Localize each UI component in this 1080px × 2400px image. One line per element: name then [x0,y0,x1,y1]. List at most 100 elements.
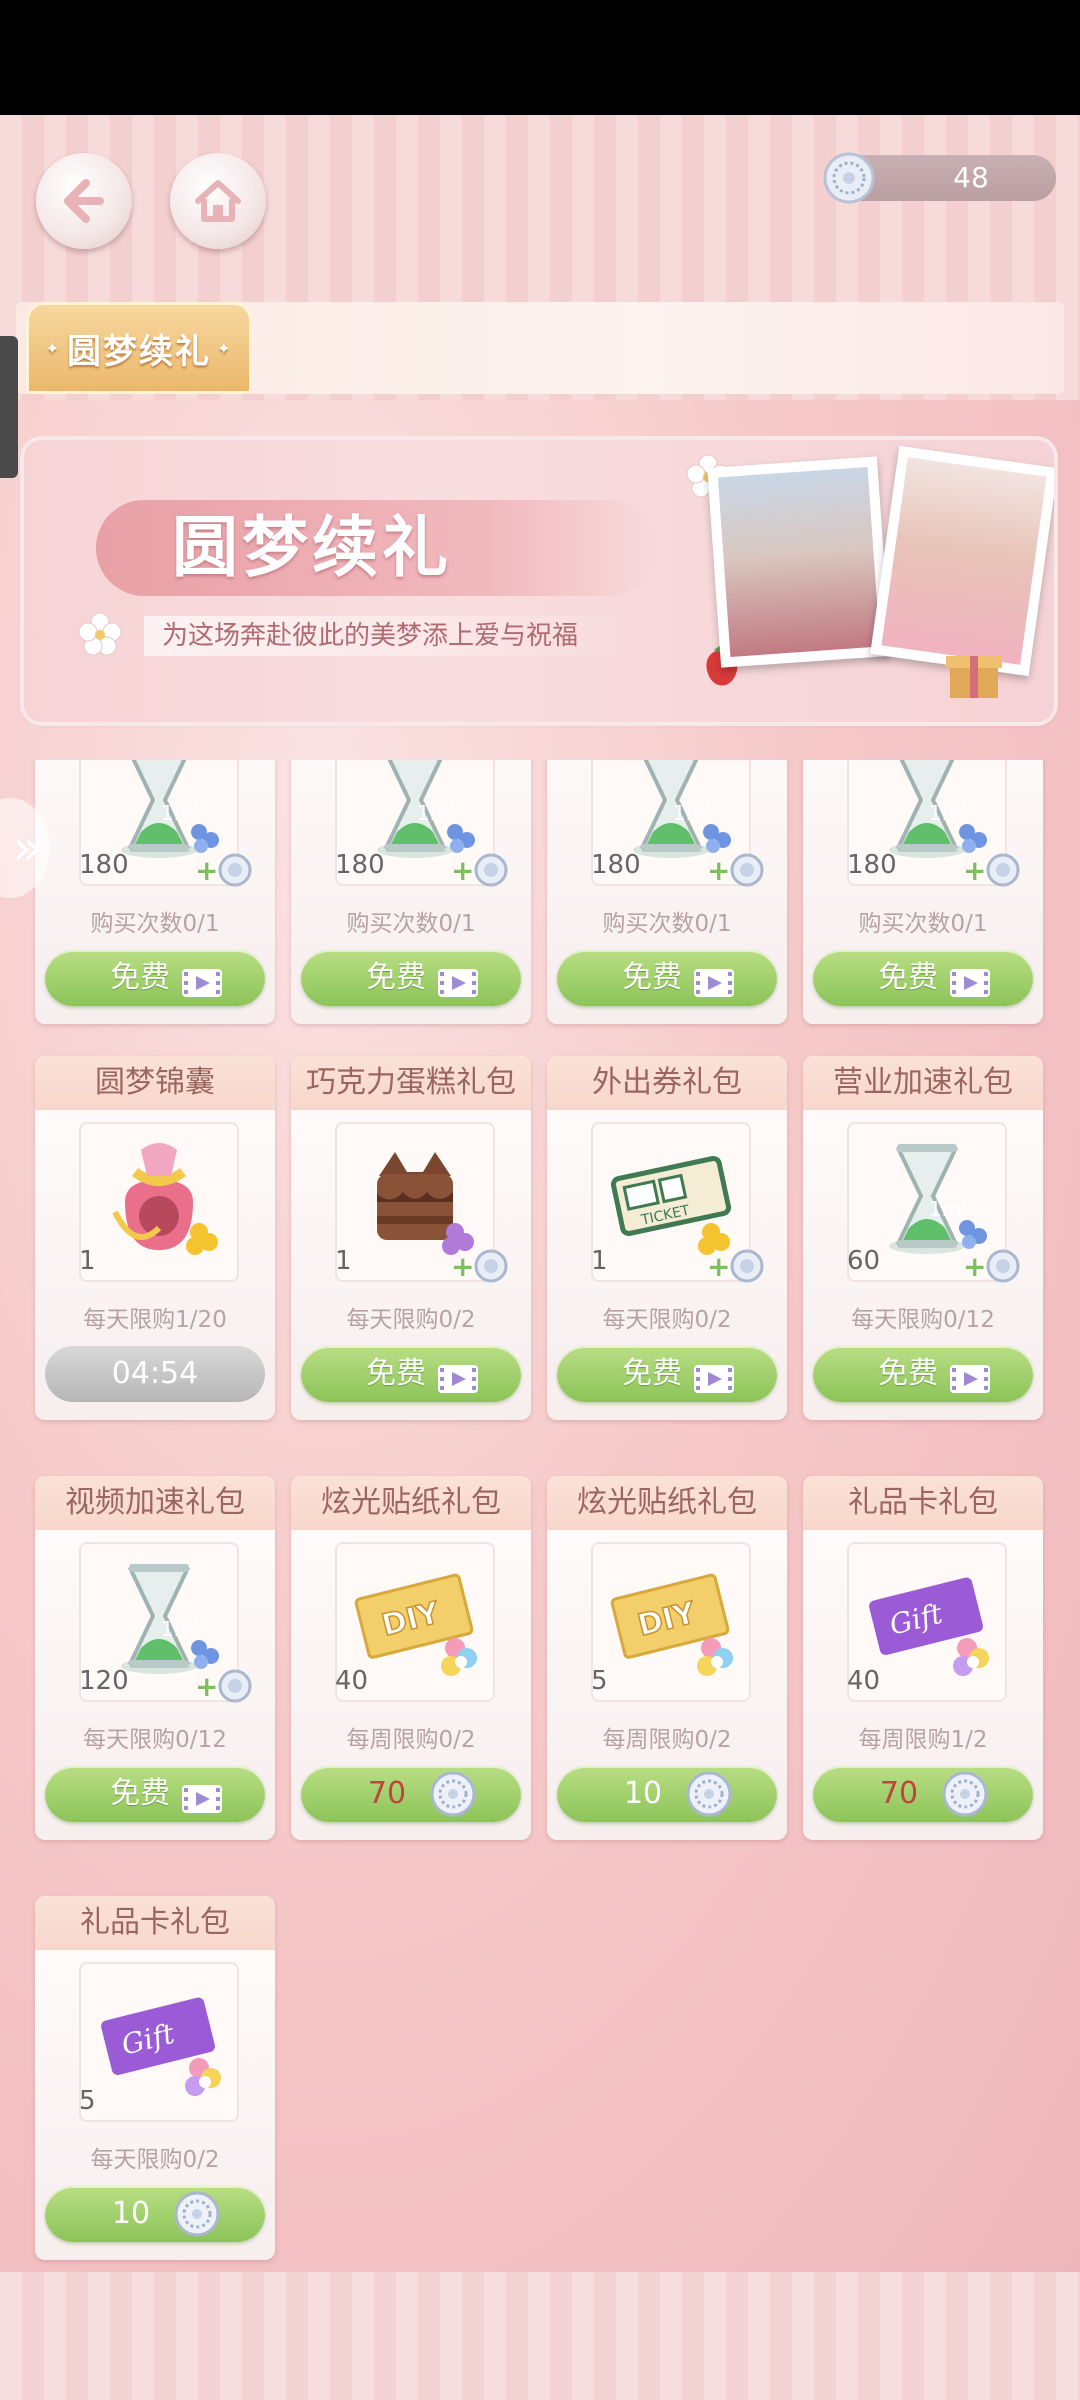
free-claim-button[interactable]: 免费 [301,1346,521,1402]
sparkle-icon: ✦ [217,338,233,358]
sparkle-icon: ✦ [45,338,61,358]
item-slot[interactable]: 1 + [335,1124,508,1283]
item-slot[interactable]: 1mi 180 + [335,760,508,887]
cooldown-timer-button[interactable]: 04:54 [45,1346,265,1402]
bonus-coin-icon: + [707,852,765,888]
bonus-coin-icon: + [707,1248,765,1284]
hourglass-icon: 1mi [607,760,735,864]
gift-pack-card[interactable]: 圆梦锦囊 1 每天限购1/20 04:54 [35,1056,275,1420]
bonus-coin-icon: + [451,1248,509,1284]
gift-pack-card[interactable]: 1mi 180 + 购买次数0/1 免费 [547,760,787,1024]
gift-pack-card[interactable]: 视频加速礼包 1mi 120 + 每天限购0/12 免费 [35,1476,275,1840]
home-button[interactable] [170,153,266,249]
item-slot[interactable]: Gift 40 [847,1544,1005,1700]
svg-text:+: + [707,1250,730,1283]
purchase-limit: 购买次数0/1 [346,911,476,937]
svg-text:1mi: 1mi [929,801,967,825]
free-label: 免费 [366,1356,426,1391]
gift-pack-grid: 1mi 180 + 购买次数0/1 免费 1mi 180 + 购买次数0/1 免费 1m… [0,760,1080,2272]
video-ad-icon [180,1778,224,1813]
free-label: 免费 [110,960,170,995]
item-slot[interactable]: 1mi 120 + [79,1544,252,1703]
item-quantity: 40 [335,1666,369,1696]
item-slot[interactable]: 1mi 180 + [847,760,1020,887]
home-icon [195,180,241,222]
free-claim-button[interactable]: 免费 [557,950,777,1006]
purchase-limit: 每天限购1/20 [83,1307,227,1333]
price-value: 70 [879,1776,919,1811]
item-slot[interactable]: Gift 5 [79,1964,237,2120]
hourglass-icon: 1mi [95,1552,223,1680]
free-label: 免费 [878,960,938,995]
back-arrow-icon [64,179,104,223]
free-claim-button[interactable]: 免费 [813,950,1033,1006]
gift-pack-card[interactable]: 礼品卡礼包 Gift 40 每周限购1/2 70 [803,1476,1043,1840]
buy-button[interactable]: 10 [557,1766,777,1822]
purchase-limit: 每天限购0/12 [851,1307,995,1333]
svg-text:1mi: 1mi [929,1197,967,1221]
item-quantity: 5 [79,2086,96,2116]
item-slot[interactable]: 1mi 180 + [79,760,252,887]
free-claim-button[interactable]: 免费 [301,950,521,1006]
purchase-limit: 每周限购0/2 [346,1727,476,1753]
item-slot[interactable]: DIY 5 [591,1544,749,1700]
svg-text:+: + [451,1250,474,1283]
buy-button[interactable]: 10 [45,2186,265,2242]
svg-text:+: + [963,1250,986,1283]
back-button[interactable] [36,153,132,249]
bonus-coin-icon: + [451,852,509,888]
item-slot[interactable]: 1mi 180 + [591,760,764,887]
currency-display[interactable]: 48 [823,152,1056,204]
item-slot[interactable]: 1mi 60 + [847,1124,1020,1283]
gift-pack-card[interactable]: 1mi 180 + 购买次数0/1 免费 [803,760,1043,1024]
gift-pack-card[interactable]: 外出券礼包 TICKET 1 + 每天限购0/2 免费 [547,1056,787,1420]
price-value: 10 [623,1776,663,1811]
gift-pack-card[interactable]: 巧克力蛋糕礼包 1 + 每天限购0/2 免费 [291,1056,531,1420]
bonus-coin-icon: + [195,852,253,888]
diamond-coin-icon [685,1770,733,1818]
buy-button[interactable]: 70 [813,1766,1033,1822]
svg-text:+: + [451,854,474,887]
item-slot[interactable]: 1 [79,1124,237,1280]
banner-title: 圆梦续礼 [96,500,656,596]
gift-pack-card[interactable]: 炫光贴纸礼包 DIY 5 每周限购0/2 10 [547,1476,787,1840]
free-claim-button[interactable]: 免费 [45,1766,265,1822]
svg-text:1mi: 1mi [673,801,711,825]
video-ad-icon [692,1358,736,1393]
gift-pack-card[interactable]: 营业加速礼包 1mi 60 + 每天限购0/12 免费 [803,1056,1043,1420]
system-status-bar [0,0,1080,115]
gift-pack-title: 巧克力蛋糕礼包 [291,1056,531,1110]
free-label: 免费 [878,1356,938,1391]
purchase-limit: 每天限购0/2 [90,2147,220,2173]
video-ad-icon [436,962,480,997]
gift-pack-title: 炫光贴纸礼包 [547,1476,787,1530]
diamond-coin-icon [429,1770,477,1818]
buy-button[interactable]: 70 [301,1766,521,1822]
tab-yuanmeng[interactable]: ✦ 圆梦续礼 ✦ [26,302,252,394]
gift-card-icon: Gift [95,1972,223,2100]
svg-text:+: + [195,1670,218,1703]
price-value: 70 [367,1776,407,1811]
free-claim-button[interactable]: 免费 [557,1346,777,1402]
item-quantity: 60 [847,1246,881,1276]
purchase-limit: 每天限购0/2 [346,1307,476,1333]
item-slot[interactable]: TICKET 1 + [591,1124,764,1283]
hourglass-icon: 1mi [863,1132,991,1260]
gift-pack-card[interactable]: 礼品卡礼包 Gift 5 每天限购0/2 10 [35,1896,275,2260]
free-claim-button[interactable]: 免费 [813,1346,1033,1402]
price-value: 10 [111,2196,151,2231]
item-slot[interactable]: DIY 40 [335,1544,493,1700]
bonus-coin-icon: + [963,852,1021,888]
bottom-bar [0,2272,1080,2400]
event-banner: 圆梦续礼 为这场奔赴彼此的美梦添上爱与祝福 [24,440,1054,722]
gift-pack-card[interactable]: 1mi 180 + 购买次数0/1 免费 [35,760,275,1024]
gift-pack-title: 外出券礼包 [547,1056,787,1110]
gift-card-icon: Gift [863,1552,991,1680]
hourglass-icon: 1mi [351,760,479,864]
free-claim-button[interactable]: 免费 [45,950,265,1006]
gift-pack-card[interactable]: 炫光贴纸礼包 DIY 40 每周限购0/2 70 [291,1476,531,1840]
side-drawer-handle[interactable] [0,336,18,478]
diy-sticker-icon: DIY [607,1552,735,1680]
currency-value: 48 [953,161,989,194]
gift-pack-card[interactable]: 1mi 180 + 购买次数0/1 免费 [291,760,531,1024]
